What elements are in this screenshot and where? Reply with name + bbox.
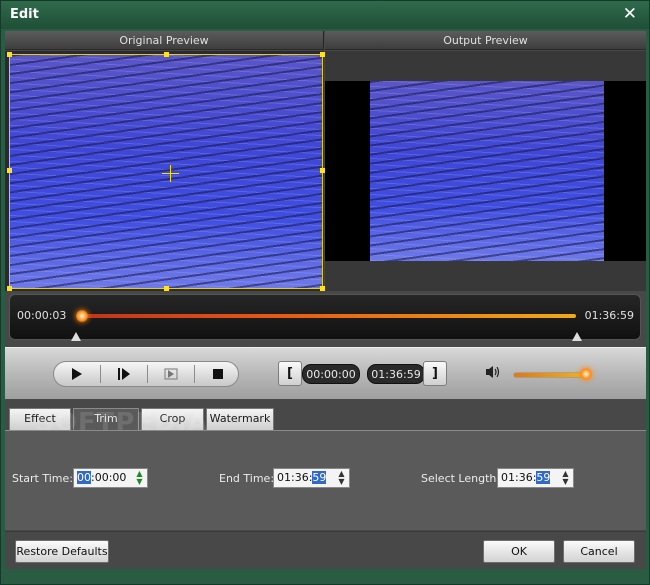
next-frame-button[interactable] bbox=[148, 362, 194, 386]
ok-button[interactable]: OK bbox=[483, 540, 555, 563]
trim-start-time-display: 00:00:00 bbox=[302, 364, 360, 384]
output-preview bbox=[325, 51, 646, 291]
original-video-frame bbox=[9, 54, 323, 289]
crop-handle[interactable] bbox=[7, 52, 12, 57]
volume-slider-track[interactable] bbox=[514, 373, 588, 377]
title-bar: Edit ✕ bbox=[1, 1, 649, 29]
dialog-footer: Restore Defaults OK Cancel bbox=[5, 531, 646, 569]
select-length-stepper[interactable]: ▲ ▼ bbox=[559, 470, 572, 486]
trim-panel: Start Time: 00:00:00 ▲ ▼ End Time: 01:36:… bbox=[5, 430, 646, 530]
play-icon bbox=[72, 368, 82, 380]
chevron-down-icon[interactable]: ▼ bbox=[136, 478, 142, 486]
crosshair-icon bbox=[170, 165, 171, 182]
tab-watermark[interactable]: Watermark bbox=[206, 408, 274, 430]
crop-handle[interactable] bbox=[7, 168, 12, 173]
trim-end-time-display: 01:36:59 bbox=[367, 364, 425, 384]
next-frame-icon bbox=[164, 368, 178, 380]
crop-handle[interactable] bbox=[164, 52, 169, 57]
edit-window: Edit ✕ Original Preview Output Preview 0… bbox=[0, 0, 650, 585]
restore-defaults-button[interactable]: Restore Defaults bbox=[15, 540, 109, 563]
close-icon[interactable]: ✕ bbox=[623, 5, 637, 23]
tab-bar: Effect Trim Crop Watermark SOFTPEDIA bbox=[5, 402, 646, 438]
stop-button[interactable] bbox=[195, 362, 241, 386]
end-time-stepper[interactable]: ▲ ▼ bbox=[335, 470, 348, 486]
original-preview-title: Original Preview bbox=[5, 31, 324, 50]
stop-icon bbox=[213, 369, 223, 379]
chevron-down-icon[interactable]: ▼ bbox=[338, 478, 344, 486]
end-time-label: End Time: bbox=[219, 472, 275, 485]
content-area: Original Preview Output Preview 00:00:03 bbox=[5, 31, 646, 569]
playback-controls: [ 00:00:00 01:36:59 ] bbox=[5, 347, 646, 399]
total-time: 01:36:59 bbox=[584, 309, 634, 322]
output-video-frame bbox=[370, 81, 604, 261]
set-start-button[interactable]: [ bbox=[278, 361, 302, 386]
playhead-knob[interactable] bbox=[76, 310, 88, 322]
end-time-selected: 59 bbox=[312, 471, 327, 484]
speaker-icon[interactable] bbox=[485, 365, 501, 383]
start-time-selected: 00 bbox=[77, 471, 91, 484]
timeline-track[interactable] bbox=[80, 314, 576, 318]
set-end-button[interactable]: ] bbox=[423, 361, 447, 386]
select-length-field[interactable]: 01:36:59 ▲ ▼ bbox=[497, 468, 574, 488]
crop-handle[interactable] bbox=[7, 286, 12, 291]
start-time-value: :00:00 bbox=[91, 471, 127, 484]
start-time-stepper[interactable]: ▲ ▼ bbox=[133, 470, 146, 486]
start-time-field[interactable]: 00:00:00 ▲ ▼ bbox=[73, 468, 148, 488]
play-button[interactable] bbox=[54, 362, 100, 386]
output-preview-title: Output Preview bbox=[325, 31, 646, 50]
crop-handle[interactable] bbox=[164, 286, 169, 291]
trim-start-marker[interactable] bbox=[71, 332, 81, 341]
original-preview bbox=[5, 51, 325, 291]
chevron-down-icon[interactable]: ▼ bbox=[562, 478, 568, 486]
trim-end-marker[interactable] bbox=[572, 332, 582, 341]
end-time-value: 01:36: bbox=[277, 471, 313, 484]
volume-slider-knob[interactable] bbox=[580, 368, 592, 380]
step-forward-icon bbox=[118, 368, 130, 380]
step-forward-button[interactable] bbox=[101, 362, 147, 386]
select-length-label: Select Length: bbox=[421, 472, 501, 485]
current-time: 00:00:03 bbox=[17, 309, 67, 322]
window-title: Edit bbox=[10, 7, 39, 22]
select-length-value: 01:36: bbox=[501, 471, 537, 484]
select-length-selected: 59 bbox=[536, 471, 551, 484]
end-time-field[interactable]: 01:36:59 ▲ ▼ bbox=[273, 468, 350, 488]
playback-button-group bbox=[53, 361, 239, 387]
timeline: 00:00:03 01:36:59 bbox=[9, 294, 641, 341]
cancel-button[interactable]: Cancel bbox=[563, 540, 635, 563]
start-time-label: Start Time: bbox=[12, 472, 73, 485]
